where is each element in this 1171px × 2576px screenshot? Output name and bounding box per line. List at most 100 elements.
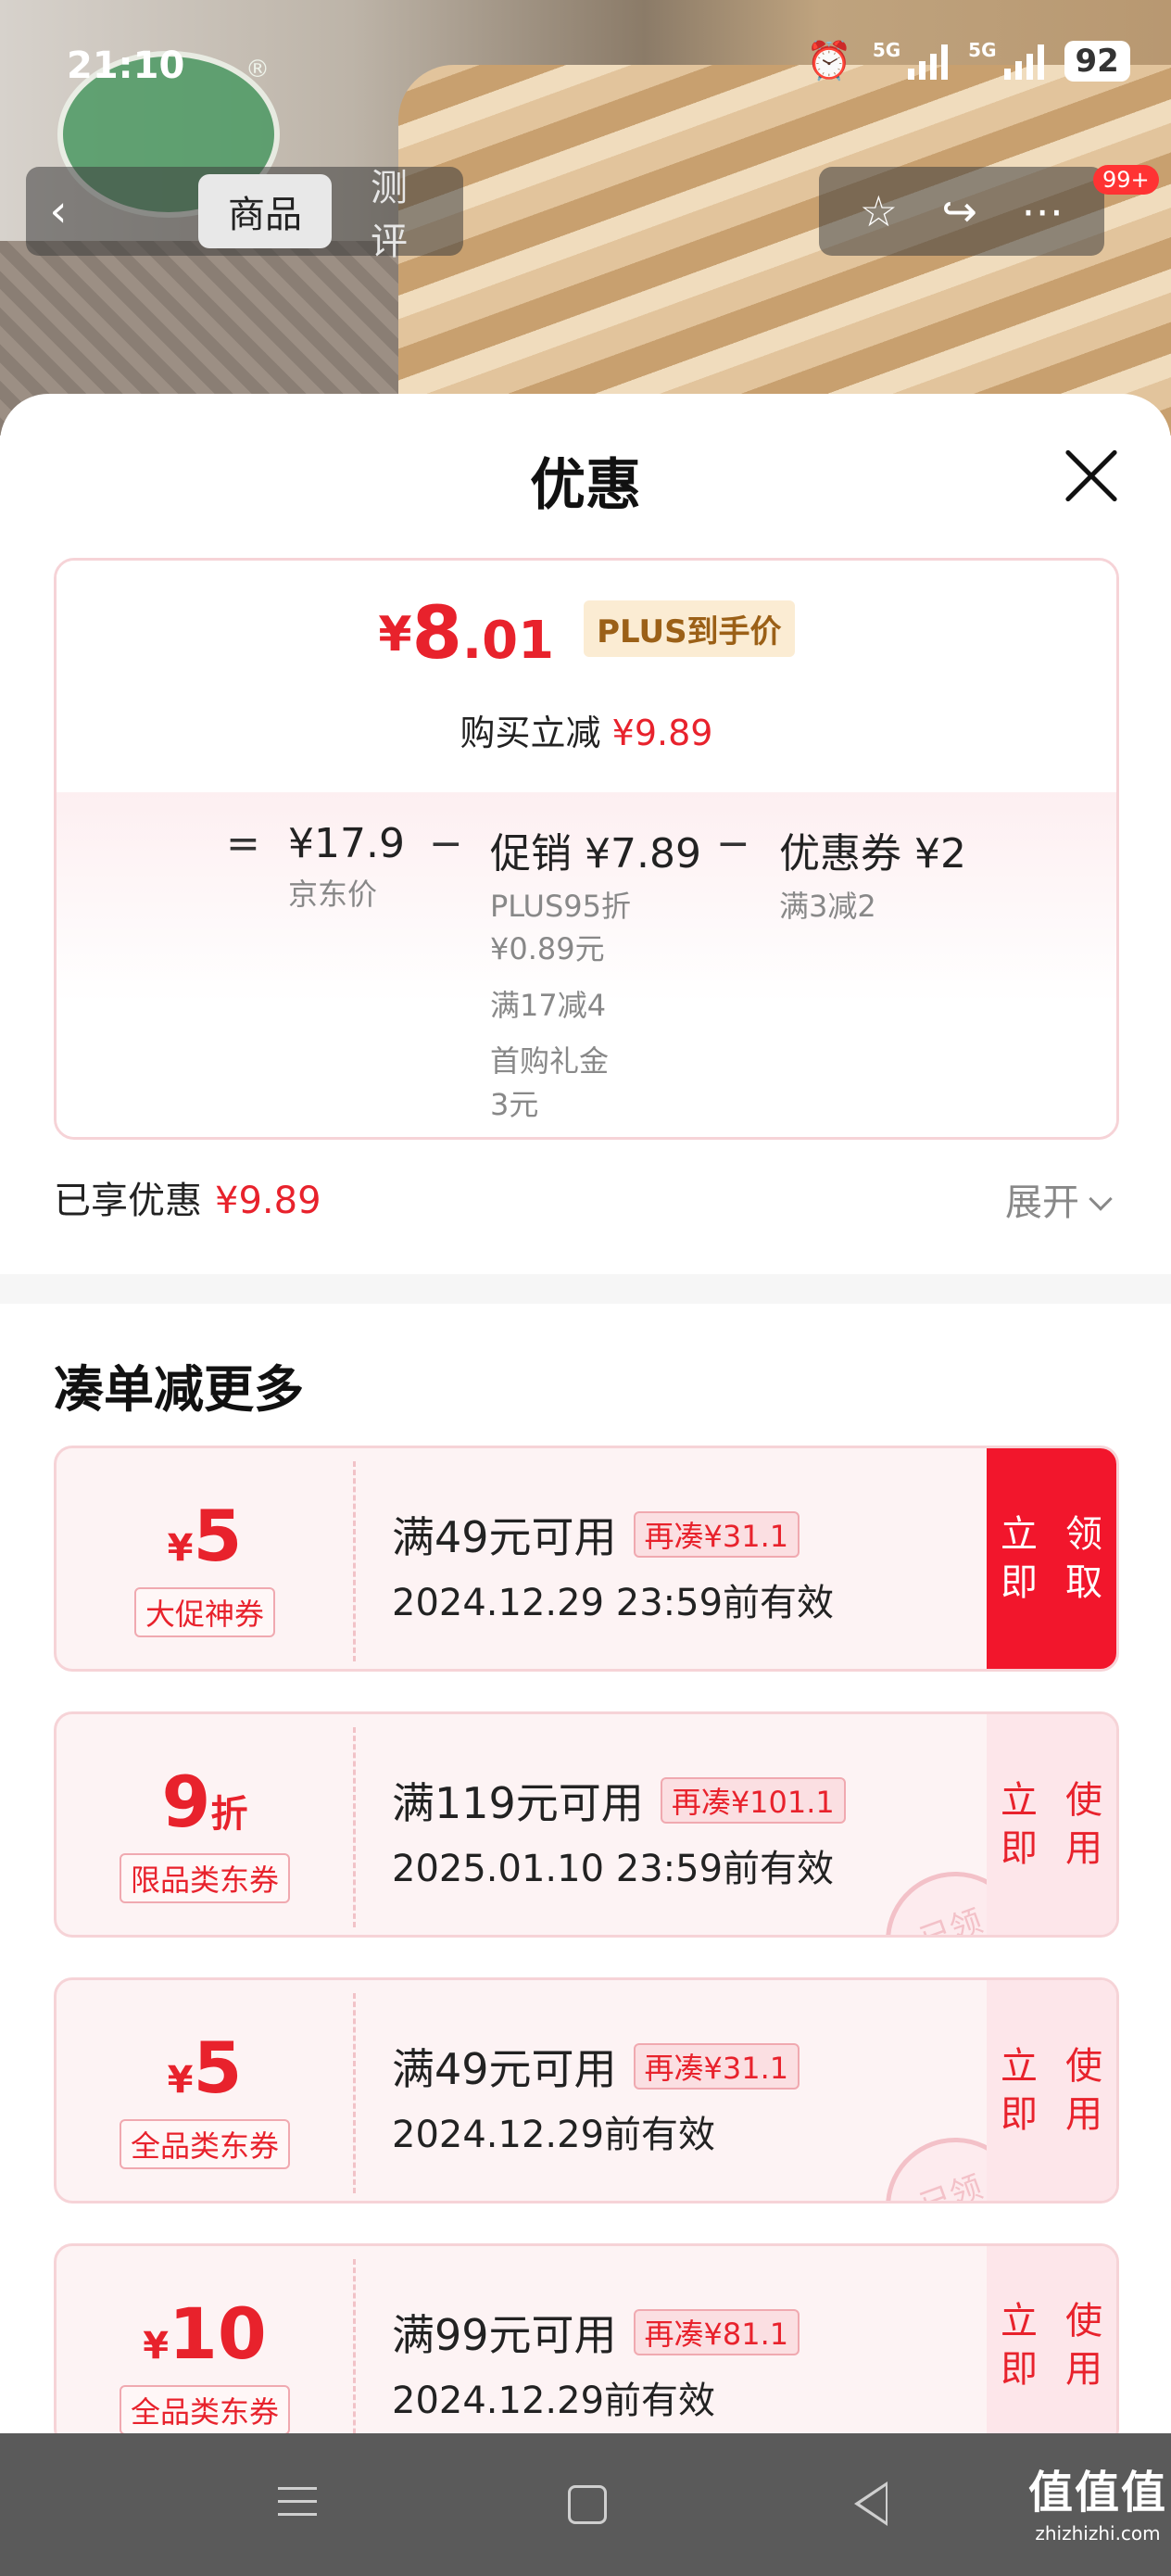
sheet-title: 优惠: [530, 453, 641, 518]
expand-label: 展开: [1005, 1181, 1079, 1224]
coupon-number: 5: [193, 2027, 243, 2109]
top-actions: ☆ ↪ ⋯: [819, 167, 1104, 256]
coupon-number: 10: [169, 2292, 267, 2375]
coupon-amount: ¥10: [57, 2292, 353, 2375]
use-coupon-button[interactable]: 立即 使用: [987, 1980, 1116, 2201]
promo-line: PLUS95折: [490, 889, 631, 924]
coupon-card: ¥5 全品类东券 满49元可用 再凑¥31.1 2024.12.29前有效 已领 …: [54, 1977, 1119, 2203]
watermark: 值值值 zhizhizhi.com: [1028, 2456, 1167, 2544]
coupon-card: 9折 限品类东券 满119元可用 再凑¥101.1 2025.01.10 23:5…: [54, 1711, 1119, 1938]
coupon-value-area: 9折 限品类东券: [57, 1714, 353, 1935]
enjoyed-discount: 已享优惠 ¥9.89: [54, 1170, 321, 1224]
tab-reviews[interactable]: 测评: [341, 167, 463, 263]
coupon-condition: 满119元可用: [392, 1778, 644, 1828]
coupon-symbol: ¥: [143, 2325, 170, 2368]
coupon-divider: [353, 2259, 356, 2444]
promo-line: 首购礼金: [490, 1043, 610, 1080]
enjoyed-value: ¥9.89: [215, 1180, 321, 1222]
coupon-value-area: ¥10 全品类东券: [57, 2246, 353, 2444]
chevron-down-icon: [1089, 1187, 1113, 1211]
coupon-detail: 满3减2: [779, 889, 876, 924]
expand-button[interactable]: 展开: [1005, 1172, 1113, 1226]
coupon-divider: [353, 1993, 356, 2193]
coupon-info: 满49元可用 再凑¥31.1 2024.12.29前有效: [392, 2036, 800, 2158]
coupon-symbol: ¥: [167, 2059, 194, 2102]
coupon-value-area: ¥5 大促神券: [57, 1448, 353, 1669]
coupon-info: 满49元可用 再凑¥31.1 2024.12.29 23:59前有效: [392, 1504, 834, 1626]
minus-sign-1: −: [429, 820, 463, 867]
coupon-more-needed: 再凑¥31.1: [633, 1511, 800, 1558]
signal-icon: [908, 43, 949, 80]
coupon-symbol: ¥: [167, 1527, 194, 1570]
enjoyed-label: 已享优惠: [54, 1180, 202, 1222]
coupon-number: 5: [193, 1495, 243, 1577]
coupon-unit: 折: [210, 1793, 248, 1836]
coupon-total: 优惠券 ¥2: [779, 830, 966, 878]
coupon-type: 限品类东券: [119, 1853, 290, 1903]
promo-line: 满17减4: [490, 987, 607, 1023]
reduce-label: 购买立减: [460, 713, 601, 753]
jd-price: ¥17.9: [288, 820, 405, 867]
coupon-card: ¥5 大促神券 满49元可用 再凑¥31.1 2024.12.29 23:59前有…: [54, 1446, 1119, 1672]
instant-reduce: 购买立减 ¥9.89: [57, 704, 1116, 755]
coupon-type: 大促神券: [133, 1587, 275, 1637]
watermark-url: zhizhizhi.com: [1035, 2522, 1161, 2544]
alarm-icon: ⏰: [806, 40, 852, 82]
section-title: 凑单减更多: [54, 1360, 304, 1419]
coupon-info: 满99元可用 再凑¥81.1 2024.12.29前有效: [392, 2302, 800, 2424]
coupon-more-needed: 再凑¥101.1: [660, 1777, 846, 1824]
promo-col: 促销 ¥7.89 PLUS95折 ¥0.89元 满17减4 首购礼金 3元: [490, 820, 701, 1126]
coupon-type: 全品类东券: [119, 2119, 290, 2169]
coupon-expiry: 2024.12.29 23:59前有效: [392, 1582, 835, 1624]
promo-line: ¥0.89元: [490, 931, 605, 967]
more-icon[interactable]: ⋯: [1021, 186, 1064, 236]
coupon-divider: [353, 1727, 356, 1927]
status-time: 21:10: [67, 44, 185, 87]
status-bar: 21:10 ⏰ 5G 5G 92: [0, 0, 1171, 139]
close-icon[interactable]: [1064, 448, 1119, 503]
system-back-icon[interactable]: [854, 2481, 888, 2526]
use-coupon-button[interactable]: 立即 使用: [987, 1714, 1116, 1935]
coupon-value-area: ¥5 全品类东券: [57, 1980, 353, 2201]
coupon-expiry: 2025.01.10 23:59前有效: [392, 1848, 835, 1890]
claim-coupon-button[interactable]: 立即 领取: [987, 1448, 1116, 1669]
star-icon[interactable]: ☆: [860, 186, 898, 236]
coupon-type: 全品类东券: [119, 2385, 290, 2435]
final-price-area: ¥ 8 .01 PLUS到手价 购买立减 ¥9.89: [57, 561, 1116, 792]
coupon-condition: 满49元可用: [392, 2044, 617, 2094]
reduce-value: ¥9.89: [611, 713, 713, 753]
coupon-card: ¥10 全品类东券 满99元可用 再凑¥81.1 2024.12.29前有效 立即…: [54, 2243, 1119, 2447]
recent-apps-icon[interactable]: [278, 2487, 317, 2526]
final-price: ¥ 8 .01 PLUS到手价: [57, 598, 1116, 670]
minus-sign-2: −: [716, 820, 750, 867]
battery-indicator: 92: [1064, 40, 1130, 82]
tab-goods[interactable]: 商品: [198, 174, 332, 248]
share-icon[interactable]: ↪: [941, 186, 977, 236]
coupon-number: 9: [161, 1761, 211, 1843]
coupon-expiry: 2024.12.29前有效: [392, 2380, 716, 2422]
network-label-2: 5G: [968, 39, 997, 61]
coupon-amount: ¥5: [57, 1495, 353, 1577]
coupon-condition: 满99元可用: [392, 2310, 617, 2360]
signal-icon-2: [1003, 43, 1044, 80]
back-icon[interactable]: ‹: [26, 167, 91, 256]
network-label-1: 5G: [872, 39, 901, 61]
promo-line: 3元: [490, 1086, 539, 1122]
coupon-more-needed: 再凑¥81.1: [633, 2309, 800, 2355]
coupon-info: 满119元可用 再凑¥101.1 2025.01.10 23:59前有效: [392, 1770, 846, 1892]
coupon-expiry: 2024.12.29前有效: [392, 2114, 716, 2156]
coupon-more-needed: 再凑¥31.1: [633, 2043, 800, 2090]
plus-price-tag: PLUS到手价: [584, 600, 795, 657]
jd-price-label: 京东价: [288, 877, 378, 912]
price-currency: ¥: [378, 607, 412, 663]
price-breakdown-card: ¥ 8 .01 PLUS到手价 购买立减 ¥9.89 = ¥17.9 京东价 −…: [54, 558, 1119, 1140]
price-decimal: .01: [461, 611, 555, 672]
promo-total: 促销 ¥7.89: [490, 830, 701, 878]
top-tab-bar: ‹ 商品 测评: [26, 167, 463, 263]
section-divider: [0, 1274, 1171, 1304]
use-coupon-button[interactable]: 立即 使用: [987, 2246, 1116, 2444]
promo-detail: PLUS95折 ¥0.89元 满17减4 首购礼金 3元: [490, 885, 701, 1126]
coupon-amount: ¥5: [57, 2027, 353, 2109]
home-icon[interactable]: [568, 2485, 607, 2524]
message-badge: 99+: [1093, 165, 1159, 195]
